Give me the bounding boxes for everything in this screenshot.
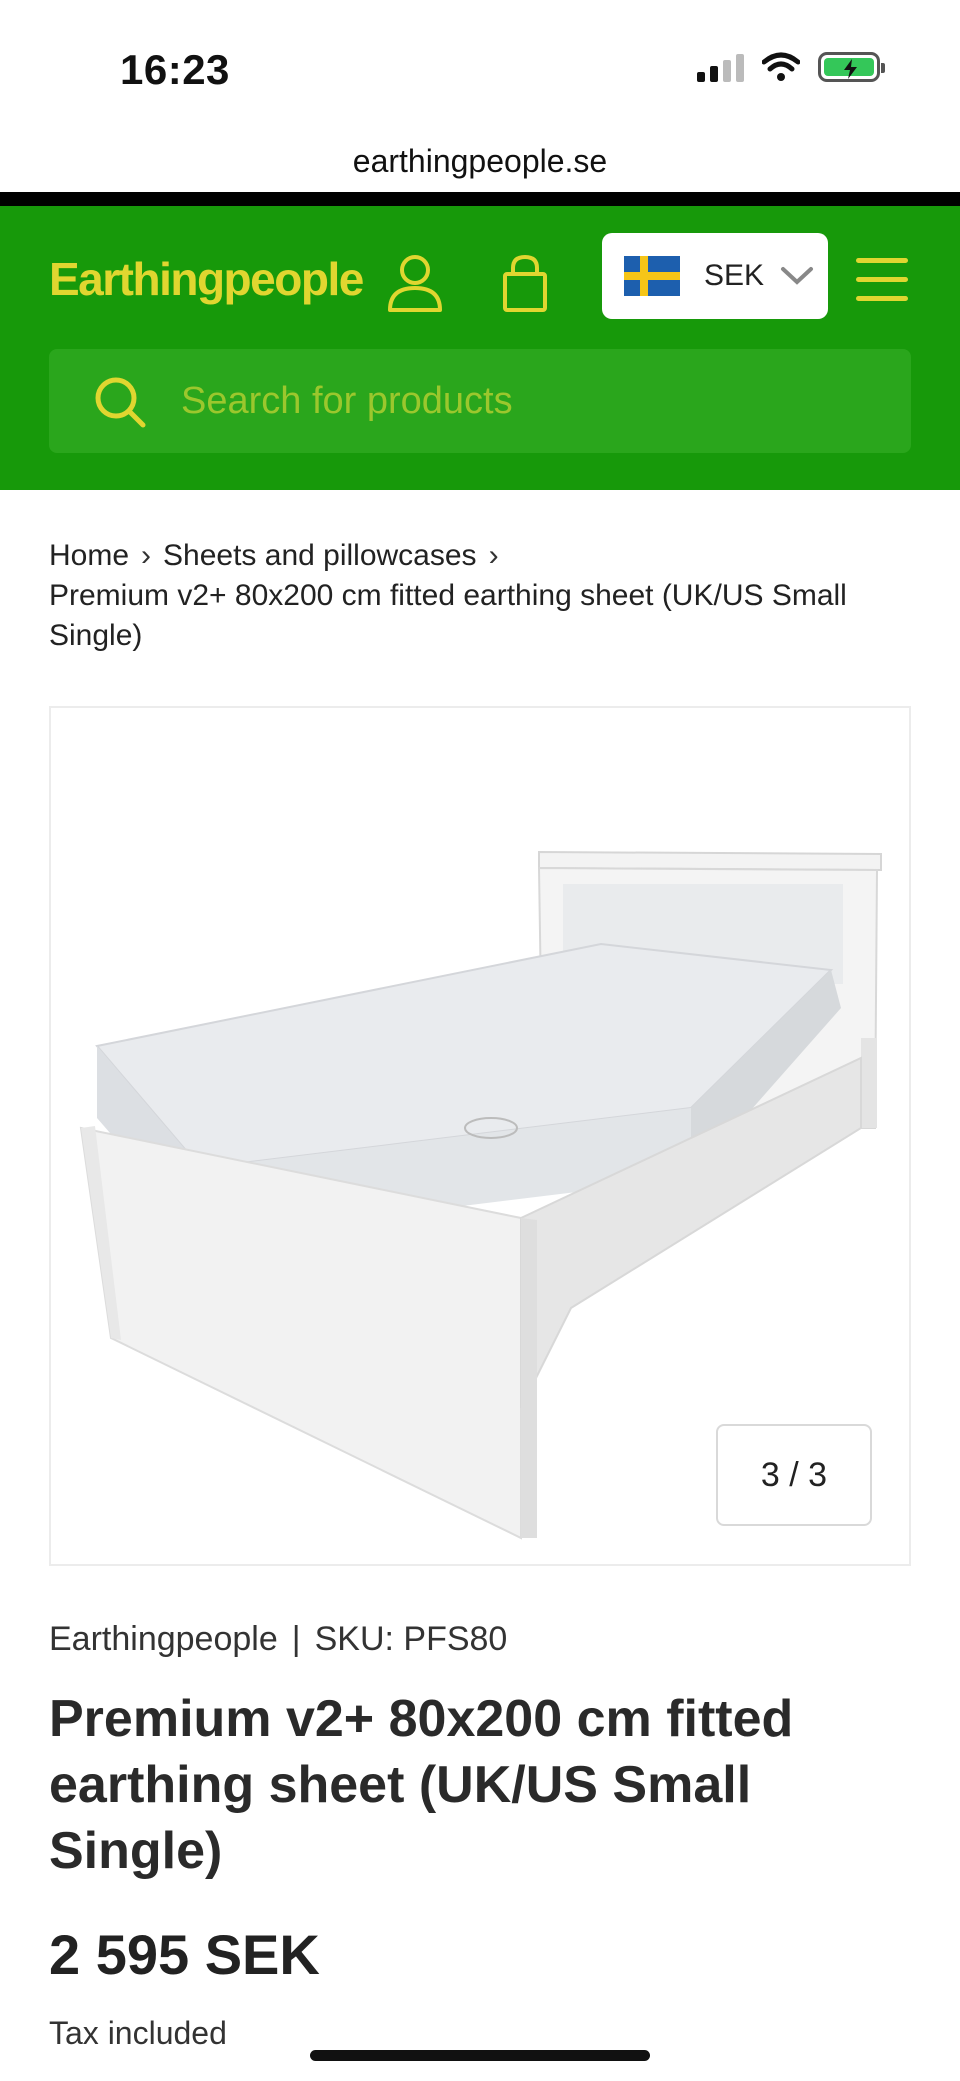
image-counter: 3 / 3: [716, 1424, 872, 1526]
url-bar[interactable]: earthingpeople.se: [0, 130, 960, 192]
currency-selector[interactable]: SEK: [602, 233, 828, 319]
cart-icon[interactable]: [495, 252, 555, 314]
breadcrumb-current: Premium v2+ 80x200 cm fitted earthing sh…: [49, 579, 847, 652]
meta-separator: |: [291, 1620, 301, 1658]
battery-icon: [818, 52, 885, 82]
product-brand[interactable]: Earthingpeople: [49, 1620, 278, 1658]
chevron-down-icon: [781, 267, 814, 285]
search-bar: [49, 349, 911, 453]
breadcrumb: Home › Sheets and pillowcases › Premium v2+…: [49, 536, 919, 656]
hamburger-menu-icon[interactable]: [856, 258, 908, 304]
search-input[interactable]: [181, 369, 881, 433]
breadcrumb-category[interactable]: Sheets and pillowcases: [163, 539, 477, 572]
product-meta: Earthingpeople | SKU: PFS80: [49, 1620, 507, 1659]
product-image[interactable]: 3 / 3: [49, 706, 911, 1566]
chevron-right-icon: ›: [488, 539, 499, 572]
account-icon[interactable]: [385, 252, 445, 314]
tax-note: Tax included: [49, 2015, 227, 2051]
chevron-right-icon: ›: [141, 539, 152, 572]
site-header: Earthingpeople SEK: [0, 206, 960, 490]
product-title: Premium v2+ 80x200 cm fitted earthing sh…: [49, 1690, 794, 1880]
sweden-flag-icon: [624, 256, 680, 296]
status-bar: 16:23: [0, 0, 960, 130]
status-time: 16:23: [120, 46, 230, 93]
search-icon[interactable]: [93, 375, 147, 429]
home-indicator[interactable]: [310, 2050, 650, 2061]
breadcrumb-home[interactable]: Home: [49, 539, 129, 572]
url-divider: [0, 192, 960, 206]
product-price: 2 595 SEK: [49, 1923, 320, 1986]
site-logo[interactable]: Earthingpeople: [49, 252, 364, 306]
signal-icon: [697, 52, 744, 82]
status-icons: [697, 52, 885, 82]
wifi-icon: [762, 52, 800, 81]
currency-code: SEK: [704, 259, 765, 292]
product-sku: SKU: PFS80: [314, 1620, 508, 1658]
